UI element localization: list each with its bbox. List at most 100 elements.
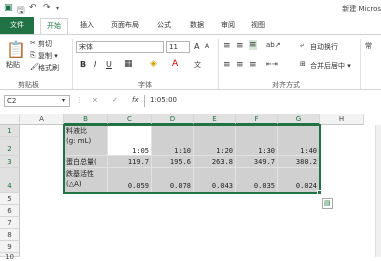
protein-cell[interactable]: 195.6 <box>152 156 194 168</box>
row-header[interactable]: 6 <box>0 205 20 217</box>
column-header-e[interactable]: E <box>194 114 236 125</box>
row-header[interactable]: 1 <box>0 125 20 137</box>
italic-button[interactable]: I <box>94 60 96 69</box>
indent-icon[interactable]: ⇤⇥ <box>266 60 278 68</box>
column-header-c[interactable]: C <box>108 114 152 125</box>
font-color-icon[interactable]: A <box>172 59 178 69</box>
copy-button[interactable]: 复制 ▾ <box>38 51 58 61</box>
align-right-icon[interactable]: ≡ <box>249 60 257 70</box>
column-header-d[interactable]: D <box>152 114 194 125</box>
merge-center-button[interactable]: 合并后居中 ▾ <box>310 61 351 71</box>
ribbon-tabs: 文件 开始 插入 页面布局 公式 数据 审阅 视图 <box>0 17 381 34</box>
separator <box>72 39 73 89</box>
copy-icon[interactable]: ⎘ <box>30 51 36 60</box>
tab-file[interactable]: 文件 <box>0 17 34 34</box>
column-header-b[interactable]: B <box>64 114 108 125</box>
row-header[interactable]: 4 <box>0 168 20 193</box>
font-name-select[interactable]: 宋体 <box>76 41 164 53</box>
protein-cell[interactable]: 380.2 <box>278 156 320 168</box>
tab-review[interactable]: 审阅 <box>221 20 235 30</box>
row-header[interactable]: 9 <box>0 241 20 253</box>
cancel-button[interactable]: × <box>92 96 98 104</box>
tab-formulas[interactable]: 公式 <box>157 20 171 30</box>
protein-cell[interactable]: 349.7 <box>236 156 278 168</box>
tab-home[interactable]: 开始 <box>40 18 68 34</box>
alignment-group-label: 对齐方式 <box>272 81 300 89</box>
select-all-corner[interactable] <box>0 114 20 125</box>
row-label-ratio[interactable]: 料液比 (g: mL) <box>64 125 108 156</box>
ratio-cell[interactable]: 1:10 <box>152 125 194 156</box>
activity-cell[interactable]: 0.059 <box>108 168 152 193</box>
font-size-select[interactable]: 11 <box>166 41 190 53</box>
redo-icon[interactable]: ↷ <box>43 3 51 13</box>
shrink-font-button[interactable]: A <box>205 43 209 50</box>
ratio-cell[interactable]: 1:05 <box>108 125 152 156</box>
undo-icon[interactable]: ↶ <box>29 3 37 13</box>
row-header[interactable]: 2 <box>0 137 20 156</box>
cut-button[interactable]: 剪切 <box>38 39 52 49</box>
qat-dropdown-icon[interactable]: ▾ <box>56 5 59 12</box>
separator <box>218 39 219 89</box>
align-center-icon[interactable]: ≡ <box>236 60 244 70</box>
row-header[interactable]: 8 <box>0 229 20 241</box>
vertical-scrollbar[interactable] <box>375 125 381 257</box>
activity-cell[interactable]: 0.035 <box>236 168 278 193</box>
tab-page-layout[interactable]: 页面布局 <box>111 20 139 30</box>
row-header[interactable]: 7 <box>0 217 20 229</box>
merge-center-icon[interactable]: ⊞ <box>300 60 306 68</box>
align-bottom-icon[interactable]: ≡ <box>249 40 257 50</box>
tab-insert[interactable]: 插入 <box>80 20 94 30</box>
activity-cell[interactable]: 0.078 <box>152 168 194 193</box>
ratio-cell[interactable]: 1:40 <box>278 125 320 156</box>
font-group-label: 字体 <box>138 81 152 89</box>
excel-logo-icon: ▣ <box>4 3 13 13</box>
name-box[interactable]: C2 <box>4 95 70 107</box>
protein-cell[interactable]: 263.8 <box>194 156 236 168</box>
formula-input[interactable]: 1:05:00 <box>144 95 381 107</box>
column-header-h[interactable]: H <box>320 114 364 125</box>
activity-cell[interactable]: 0.024 <box>278 168 320 193</box>
format-painter-button[interactable]: 格式刷 <box>38 63 59 73</box>
number-format-icon[interactable]: 常 <box>365 41 372 51</box>
paste-button[interactable]: 粘贴 <box>6 60 20 70</box>
quick-access-toolbar: ▣ 🖫 ↶ ↷ ▾ 新建 Micros <box>0 0 381 17</box>
paste-icon[interactable]: 📋 <box>6 40 26 59</box>
enter-button[interactable]: ✓ <box>112 96 118 104</box>
separator <box>360 39 361 89</box>
grow-font-button[interactable]: A <box>194 42 199 51</box>
tab-view[interactable]: 视图 <box>251 20 265 30</box>
cut-icon[interactable]: ✂ <box>30 39 36 47</box>
column-header-f[interactable]: F <box>236 114 278 125</box>
ribbon-home: 📋 粘贴 ✂ 剪切 ⎘ 复制 ▾ 🖌 格式刷 剪贴板 宋体 11 A A B I… <box>0 34 381 90</box>
align-top-icon[interactable]: ≡ <box>223 41 231 51</box>
orientation-icon[interactable]: ab↗ <box>266 41 281 49</box>
row-label-protein[interactable]: 蛋白总量( <box>64 156 108 168</box>
insert-function-button[interactable]: fx <box>132 96 139 104</box>
quick-analysis-button[interactable]: ▤ <box>322 198 333 209</box>
column-header-g[interactable]: G <box>278 114 320 125</box>
underline-button[interactable]: U <box>106 60 112 69</box>
phonetic-icon[interactable]: 文 <box>194 60 201 70</box>
formula-bar: C2 ▾ ⋮ × ✓ fx 1:05:00 <box>0 93 381 109</box>
fill-handle[interactable] <box>317 190 322 195</box>
protein-cell[interactable]: 119.7 <box>108 156 152 168</box>
align-left-icon[interactable]: ≡ <box>223 60 231 70</box>
border-icon[interactable]: ▦ <box>124 59 133 69</box>
row-header[interactable]: 3 <box>0 156 20 168</box>
wrap-text-icon[interactable]: ⤶ <box>300 41 304 50</box>
align-middle-icon[interactable]: ≡ <box>236 41 244 51</box>
column-header-a[interactable]: A <box>20 114 64 125</box>
name-box-dropdown-icon[interactable]: ▾ <box>62 97 65 104</box>
bold-button[interactable]: B <box>80 60 86 69</box>
activity-cell[interactable]: 0.043 <box>194 168 236 193</box>
fill-color-icon[interactable]: ◈ <box>150 59 157 69</box>
row-header[interactable]: 5 <box>0 193 20 205</box>
row-label-activity[interactable]: 跌基活性 (△A) <box>64 168 108 193</box>
row-header[interactable]: 10 <box>0 253 20 261</box>
tab-data[interactable]: 数据 <box>190 20 204 30</box>
formula-bar-grip-icon: ⋮ <box>76 96 83 104</box>
quick-analysis-icon: ▤ <box>324 199 331 207</box>
ratio-cell[interactable]: 1:20 <box>194 125 236 156</box>
ratio-cell[interactable]: 1:30 <box>236 125 278 156</box>
wrap-text-button[interactable]: 自动换行 <box>310 42 338 52</box>
